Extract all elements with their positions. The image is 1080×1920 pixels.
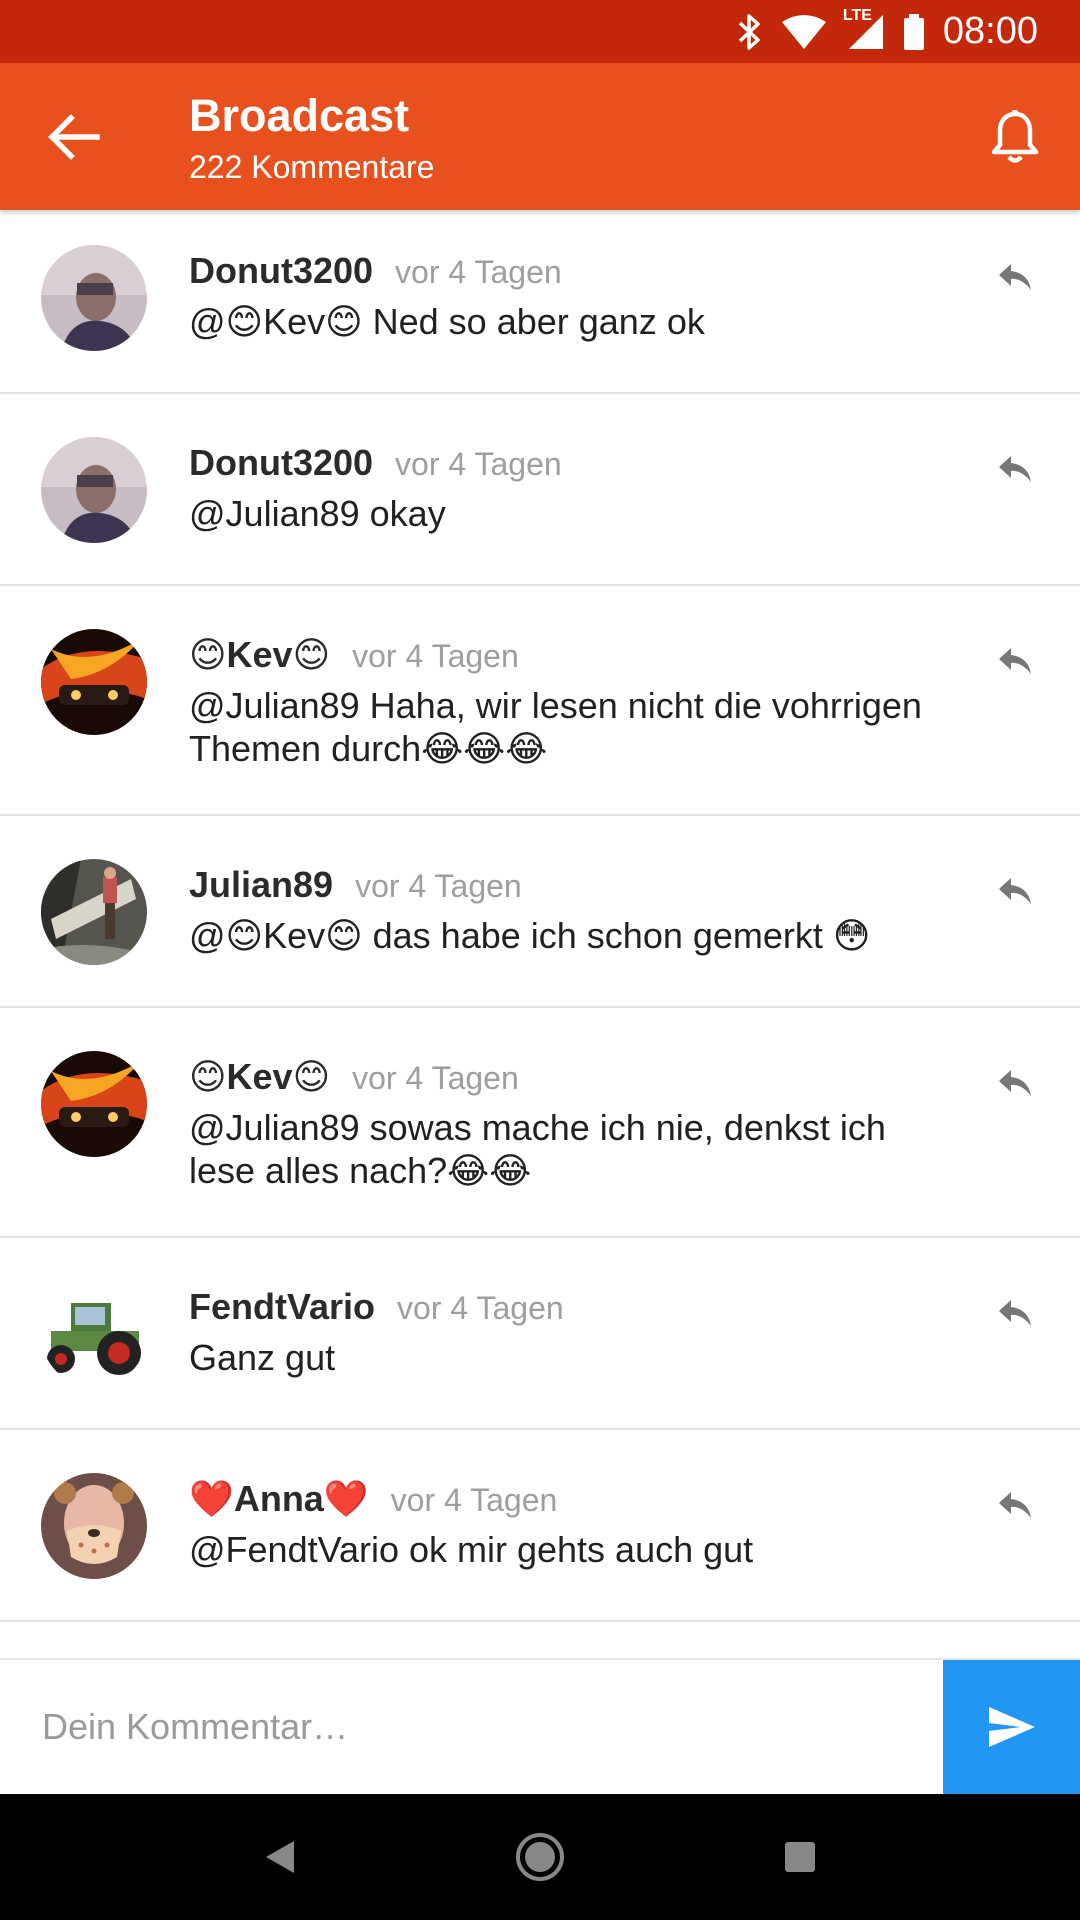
avatar[interactable] bbox=[41, 1281, 147, 1387]
comment-time: vor 4 Tagen bbox=[397, 1290, 564, 1326]
comment-text: @😊Kev😊 Ned so aber ganz ok bbox=[189, 301, 705, 342]
reply-icon bbox=[999, 1070, 1031, 1096]
nav-recents-button[interactable] bbox=[760, 1817, 840, 1897]
reply-button[interactable] bbox=[990, 444, 1040, 494]
comment-header: Julian89 vor 4 Tagen bbox=[189, 864, 522, 906]
comment-text: @😊Kev😊 das habe ich schon gemerkt 😳 bbox=[189, 915, 871, 956]
bell-icon bbox=[991, 110, 1039, 163]
comment-item: Donut3200 vor 4 Tagen @Julian89 okay bbox=[0, 394, 1080, 586]
comment-time: vor 4 Tagen bbox=[355, 868, 522, 904]
reply-icon bbox=[999, 1300, 1031, 1326]
comment-author[interactable]: Donut3200 bbox=[189, 442, 373, 484]
reply-button[interactable] bbox=[990, 866, 1040, 916]
back-button[interactable] bbox=[40, 103, 108, 171]
reply-icon bbox=[999, 878, 1031, 904]
comment-header: Donut3200 vor 4 Tagen bbox=[189, 250, 562, 292]
comment-item: FendtVario vor 4 Tagen Ganz gut bbox=[0, 1238, 1080, 1430]
wifi-icon bbox=[781, 14, 827, 50]
back-arrow-icon bbox=[48, 114, 100, 160]
comment-time: vor 4 Tagen bbox=[390, 1482, 558, 1518]
reply-icon bbox=[999, 1492, 1031, 1518]
comment-item: Julian89 vor 4 Tagen @😊Kev😊 das habe ich… bbox=[0, 816, 1080, 1008]
reply-icon bbox=[999, 648, 1031, 674]
header-titles: Broadcast 222 Kommentare bbox=[189, 89, 434, 189]
comment-text: @FendtVario ok mir gehts auch gut bbox=[189, 1529, 754, 1570]
comment-author[interactable]: ❤️Anna❤️ bbox=[189, 1478, 369, 1520]
avatar[interactable] bbox=[41, 1051, 147, 1157]
reply-button[interactable] bbox=[990, 1288, 1040, 1338]
comment-item: ❤️Anna❤️ vor 4 Tagen @FendtVario ok mir … bbox=[0, 1430, 1080, 1622]
comment-composer bbox=[0, 1658, 1080, 1794]
status-time: 08:00 bbox=[942, 10, 1038, 52]
comment-time: vor 4 Tagen bbox=[395, 446, 562, 482]
avatar[interactable] bbox=[41, 1473, 147, 1579]
signal-icon: LTE bbox=[843, 7, 885, 51]
reply-icon bbox=[999, 264, 1031, 290]
network-type-label: LTE bbox=[842, 6, 872, 24]
comment-author[interactable]: Julian89 bbox=[189, 864, 333, 906]
comment-header: 😊Kev😊 vor 4 Tagen bbox=[189, 1056, 519, 1098]
comment-text: @Julian89 sowas mache ich nie, denkst ic… bbox=[189, 1107, 886, 1191]
reply-button[interactable] bbox=[990, 252, 1040, 302]
comment-author[interactable]: 😊Kev😊 bbox=[189, 1056, 330, 1098]
reply-icon bbox=[999, 456, 1031, 482]
avatar[interactable] bbox=[41, 859, 147, 965]
comment-header: 😊Kev😊 vor 4 Tagen bbox=[189, 634, 519, 676]
send-icon bbox=[988, 1707, 1035, 1747]
comment-author[interactable]: 😊Kev😊 bbox=[189, 634, 330, 676]
send-button[interactable] bbox=[943, 1660, 1080, 1794]
comment-text: Ganz gut bbox=[189, 1337, 336, 1378]
comment-author[interactable]: Donut3200 bbox=[189, 250, 373, 292]
nav-home-button[interactable] bbox=[500, 1817, 580, 1897]
avatar[interactable] bbox=[41, 437, 147, 543]
nav-back-icon bbox=[266, 1841, 294, 1873]
nav-recents-icon bbox=[785, 1842, 815, 1872]
comment-list: Donut3200 vor 4 Tagen @😊Kev😊 Ned so aber… bbox=[0, 210, 1080, 1622]
page-title: Broadcast bbox=[189, 90, 410, 141]
comment-count: 222 Kommentare bbox=[189, 149, 435, 185]
comment-item: 😊Kev😊 vor 4 Tagen @Julian89 Haha, wir le… bbox=[0, 586, 1080, 816]
notifications-button[interactable] bbox=[980, 102, 1050, 172]
comment-text: @Julian89 okay bbox=[189, 493, 446, 534]
nav-back-button[interactable] bbox=[240, 1817, 320, 1897]
battery-icon bbox=[903, 13, 925, 51]
comment-text: @Julian89 Haha, wir lesen nicht die vohr… bbox=[189, 685, 922, 769]
comment-time: vor 4 Tagen bbox=[352, 638, 519, 674]
comment-item: 😊Kev😊 vor 4 Tagen @Julian89 sowas mache … bbox=[0, 1008, 1080, 1238]
app-bar: Broadcast 222 Kommentare bbox=[0, 63, 1080, 210]
reply-button[interactable] bbox=[990, 636, 1040, 686]
nav-home-icon bbox=[516, 1833, 564, 1881]
bluetooth-icon bbox=[737, 13, 763, 51]
comment-input[interactable] bbox=[0, 1660, 942, 1794]
comment-header: Donut3200 vor 4 Tagen bbox=[189, 442, 562, 484]
system-nav-bar bbox=[0, 1794, 1080, 1920]
reply-button[interactable] bbox=[990, 1058, 1040, 1108]
avatar[interactable] bbox=[41, 245, 147, 351]
avatar[interactable] bbox=[41, 629, 147, 735]
comment-header: ❤️Anna❤️ vor 4 Tagen bbox=[189, 1478, 557, 1520]
status-bar: LTE 08:00 bbox=[0, 0, 1080, 63]
comment-item: Donut3200 vor 4 Tagen @😊Kev😊 Ned so aber… bbox=[0, 210, 1080, 394]
comment-time: vor 4 Tagen bbox=[352, 1060, 519, 1096]
comment-time: vor 4 Tagen bbox=[395, 254, 562, 290]
comment-author[interactable]: FendtVario bbox=[189, 1286, 375, 1328]
reply-button[interactable] bbox=[990, 1480, 1040, 1530]
comment-header: FendtVario vor 4 Tagen bbox=[189, 1286, 564, 1328]
